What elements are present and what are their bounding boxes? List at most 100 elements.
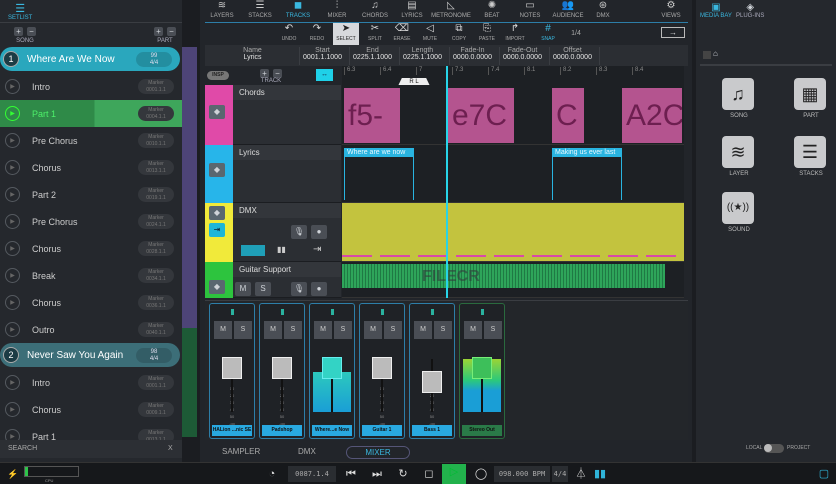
setlist-part-item[interactable]: ▶ Break Marker 0034.1.1 [0,262,182,289]
info-field-length[interactable]: Length 0225.1.1000 [400,47,450,65]
tool-snap[interactable]: # SNAP [535,23,561,45]
tab-dmx[interactable]: ⊛ DMX [583,0,623,22]
setlist-part-item[interactable]: ▶ Chorus Marker 0009.1.1 [0,396,182,423]
volume-fader[interactable] [372,357,392,379]
tab-chords[interactable]: ♫ CHORDS [355,0,395,22]
tool-undo[interactable]: ↶ UNDO [276,23,302,45]
mic-icon[interactable]: 🎙 [291,282,307,296]
info-field-end[interactable]: End 0225.1.1000 [350,47,400,65]
tab-mixer[interactable]: MIXER [346,446,410,459]
song-header[interactable]: 2 Never Saw You Again 98 4/4 [0,343,180,367]
volume-fader[interactable] [322,357,342,379]
tab-lyrics[interactable]: ▤ LYRICS [392,0,432,22]
tab-views[interactable]: ⚙ VIEWS [651,0,691,22]
remove-track-button[interactable]: − [273,69,282,78]
mute-button[interactable]: M [264,321,282,339]
song-header[interactable]: 1 Where Are We Now 99 4/4 [0,47,180,71]
chord-block[interactable]: f5- [344,88,400,143]
volume-fader[interactable] [272,357,292,379]
setlist-part-item[interactable]: ▶ Chorus Marker 0013.1.1 [0,154,182,181]
mic-icon[interactable]: 🎙 [291,225,307,239]
chord-block[interactable]: e7C [448,88,514,143]
chord-block[interactable]: A2C [622,88,682,143]
tool-select[interactable]: ➤ SELECT [333,23,359,45]
tool-erase[interactable]: ⌫ ERASE [389,23,415,45]
play-button[interactable]: ▷ [442,464,466,484]
clear-search-button[interactable]: X [168,445,173,452]
media-bay-item-sound[interactable]: ((★)) SOUND [722,192,756,233]
solo-button[interactable]: S [234,321,252,339]
play-icon[interactable]: ▶ [5,160,20,175]
solo-button[interactable]: S [484,321,502,339]
position-display[interactable]: 0087.1.4 [288,466,336,482]
mute-button[interactable]: M [414,321,432,339]
chord-lane[interactable]: f5- e7C C A2C [342,85,684,145]
tool-redo[interactable]: ↷ REDO [304,23,330,45]
record-arm-button[interactable]: ● [311,225,327,239]
rewind-button[interactable]: ⏮ [344,466,358,482]
forward-button[interactable]: ⏭ [370,466,384,482]
stop-button[interactable]: ◻ [422,466,436,482]
record-button[interactable]: ◯ [474,466,488,482]
media-bay-item-song[interactable]: ♫ SONG [722,78,756,119]
media-bay-item-part[interactable]: ▦ PART [794,78,828,119]
tab-metronome[interactable]: ◺ METRONOME [431,0,471,22]
setlist-part-item[interactable]: ▶ Intro Marker 0001.1.1 [0,73,182,100]
tab-notes[interactable]: ▭ NOTES [510,0,550,22]
loop-button[interactable]: ↻ [396,466,410,482]
setlist-part-item[interactable]: ▶ Pre Chorus Marker 0024.1.1 [0,208,182,235]
signature-display[interactable]: 4/4 [552,466,568,482]
setlist-part-item[interactable]: ▶ Chorus Marker 0028.1.1 [0,235,182,262]
mute-button[interactable]: M [464,321,482,339]
tab-beat[interactable]: ✺ BEAT [472,0,512,22]
input-icon[interactable]: ⇥ [209,223,225,237]
info-field-fade-out[interactable]: Fade-Out 0000.0.0000 [500,47,550,65]
play-icon[interactable]: ▶ [5,214,20,229]
mute-button[interactable]: M [364,321,382,339]
tab-plug-ins[interactable]: ◈ PLUG-INS [736,2,764,19]
solo-button[interactable]: S [255,282,271,296]
play-icon[interactable]: ▶ [5,268,20,283]
output-icon[interactable]: ⇥ [313,244,321,255]
setlist-part-item[interactable]: ▶ Pre Chorus Marker 0010.1.1 [0,127,182,154]
add-track-button[interactable]: + [260,69,269,78]
inspector-button[interactable]: INSP [207,71,229,80]
tab-sampler[interactable]: SAMPLER [222,447,260,456]
media-bay-item-stacks[interactable]: ☰ STACKS [794,136,828,177]
audio-clip[interactable] [342,264,665,288]
dmx-lane[interactable] [342,203,684,262]
volume-fader[interactable] [422,371,442,393]
tool-paste[interactable]: ⎘ PASTE [474,23,500,45]
mute-button[interactable]: M [214,321,232,339]
home-icon[interactable]: ⌂ [713,49,718,58]
add-part-button[interactable]: + [154,27,163,36]
tempo-display[interactable]: 098.000 BPM [494,466,550,482]
tab-layers[interactable]: ≋ LAYERS [202,0,242,22]
tab-dmx[interactable]: DMX [298,447,316,456]
remove-part-button[interactable]: − [167,27,176,36]
collapse-arrow-button[interactable]: → [661,27,685,38]
search-bar[interactable]: SEARCH X [0,440,182,458]
play-icon[interactable]: ▶ [5,187,20,202]
local-project-toggle[interactable] [764,444,784,453]
record-arm-button[interactable]: ● [311,282,327,296]
tab-mixer[interactable]: ⫶ MIXER [317,0,357,22]
volume-fader[interactable] [472,357,492,379]
tab-tracks[interactable]: ◼ TRACKS [278,0,318,22]
fit-tracks-button[interactable]: ↔ [316,69,333,81]
metronome-icon[interactable]: ⏃ [574,466,588,482]
solo-button[interactable]: S [384,321,402,339]
tab-stacks[interactable]: ☰ STACKS [240,0,280,22]
media-bay-item-layer[interactable]: ≋ LAYER [722,136,756,177]
tool-copy[interactable]: ⧉ COPY [446,23,472,45]
remove-song-button[interactable]: − [27,27,36,36]
lyrics-lane[interactable]: Where are we now Making us ever last [342,145,684,203]
info-field-start[interactable]: Start 0001.1.1000 [300,47,350,65]
play-icon[interactable]: ▶ [5,241,20,256]
add-song-button[interactable]: + [14,27,23,36]
tool-mute[interactable]: ◁ MUTE [417,23,443,45]
play-icon[interactable]: ▶ [5,79,20,94]
setlist-part-item[interactable]: ▶ Chorus Marker 0036.1.1 [0,289,182,316]
window-icon[interactable]: ▢ [818,466,830,482]
play-icon[interactable]: ▶ [5,106,20,121]
